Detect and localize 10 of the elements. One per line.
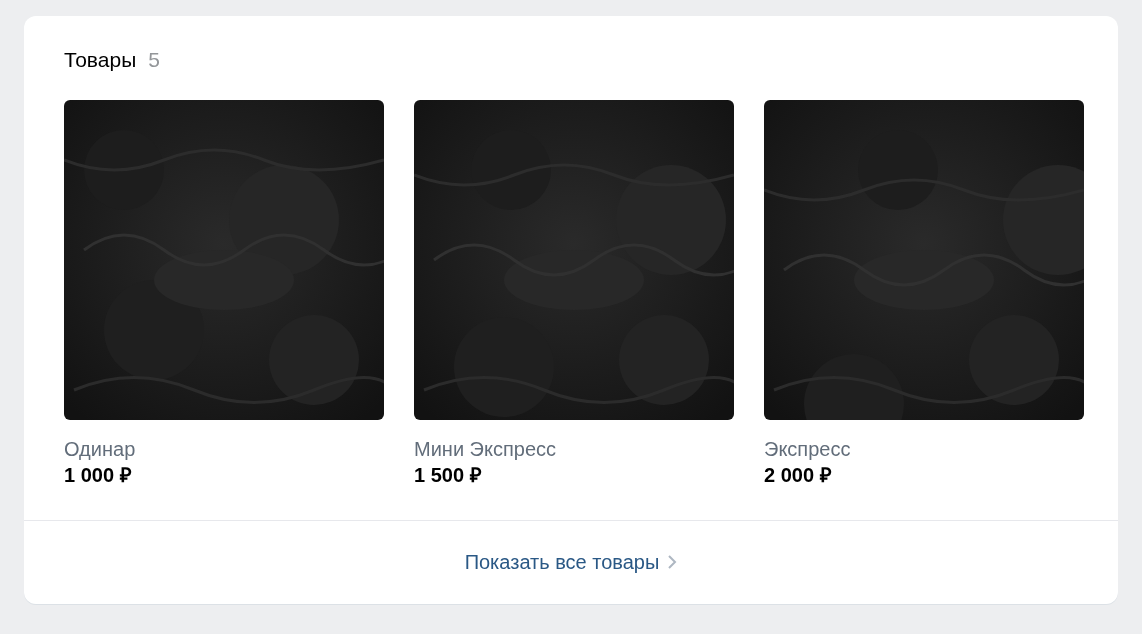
product-price: 2 000 ₽ [764,462,833,488]
product-name[interactable]: Экспресс [764,435,1084,462]
show-all-link[interactable]: Показать все товары [464,547,678,577]
product-name[interactable]: Одинар [64,435,384,462]
product-name[interactable]: Мини Экспресс [414,435,734,462]
product-price: 1 500 ₽ [414,462,483,488]
section-title: Товары [64,47,137,73]
product-price: 1 000 ₽ [64,462,133,488]
item-count: 5 [148,47,160,73]
chevron-right-icon [667,554,678,570]
